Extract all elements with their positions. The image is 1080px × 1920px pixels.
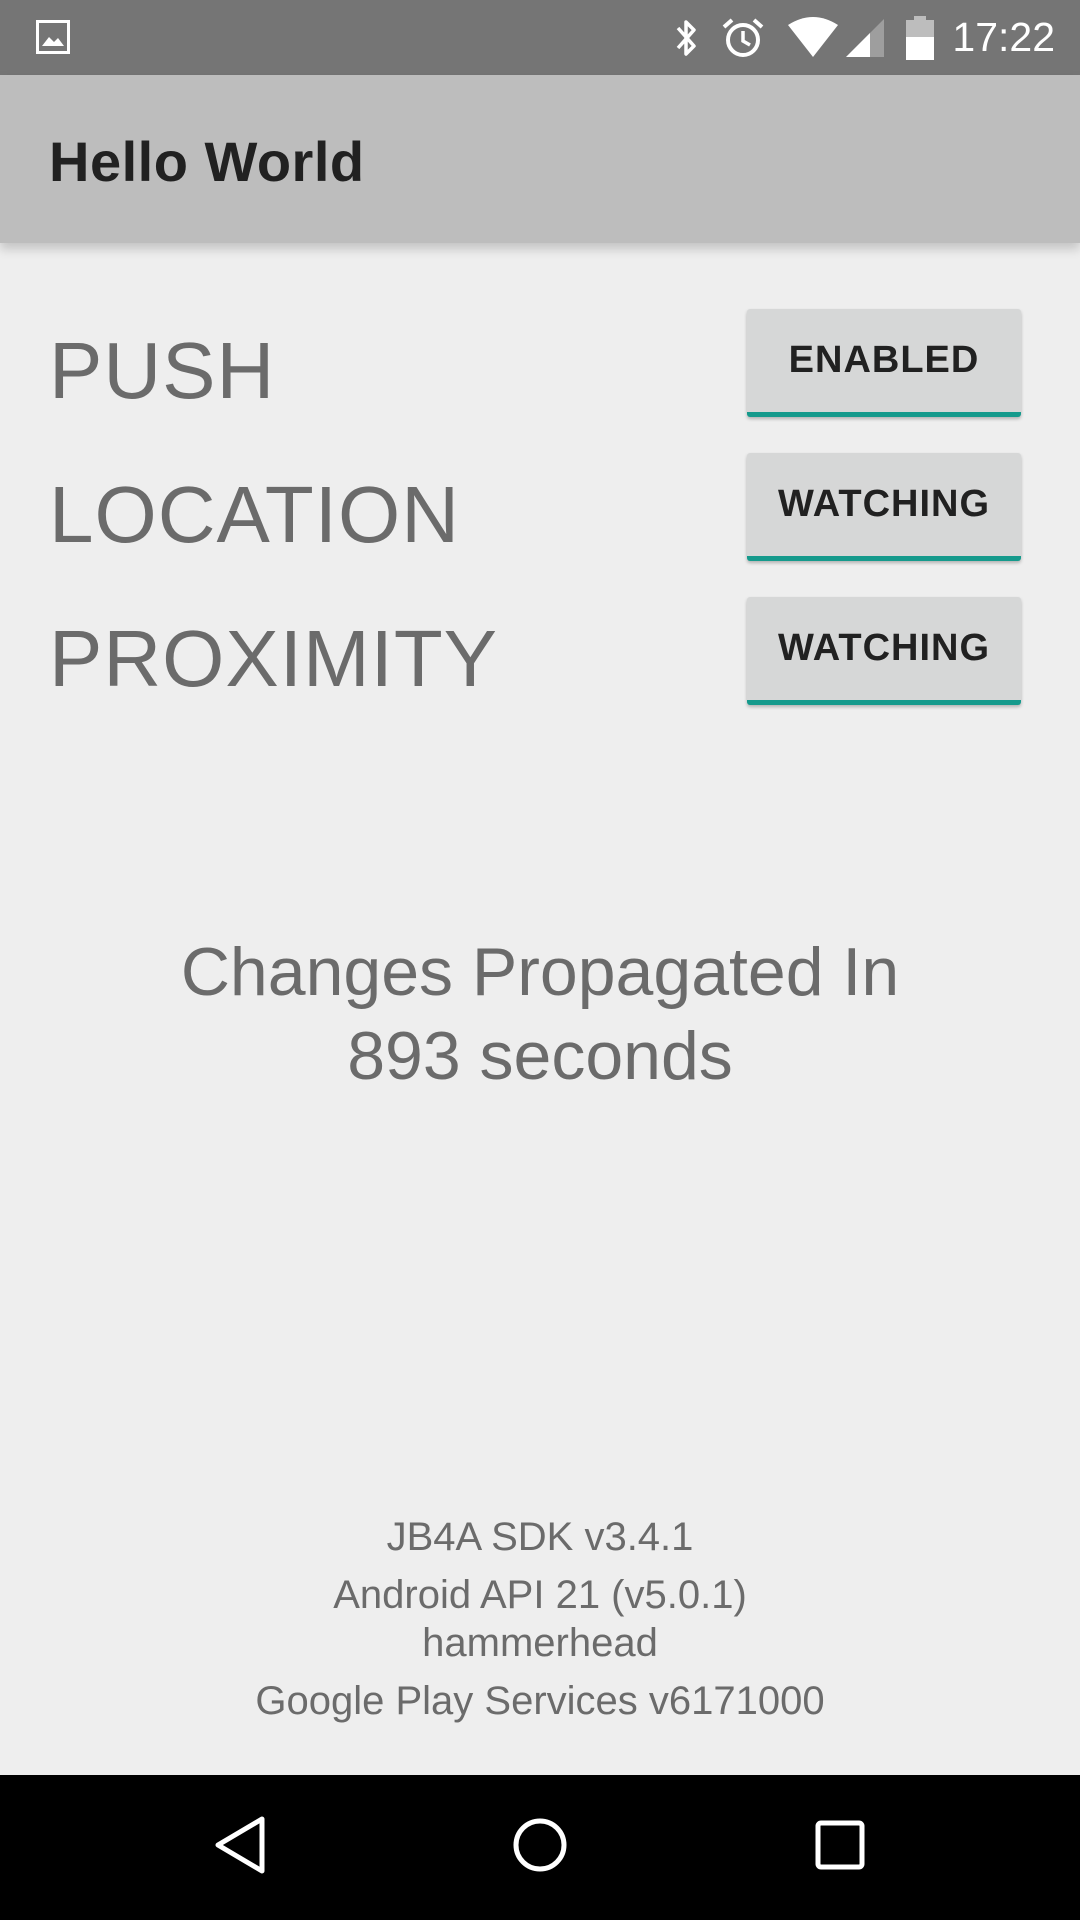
recents-button[interactable] [750,1775,930,1920]
device-name: hammerhead [422,1621,658,1665]
app-title: Hello World [49,130,365,193]
battery-icon [906,15,935,61]
status-bar: 17:22 [0,0,1080,75]
recents-icon [814,1819,866,1876]
wifi-icon [786,16,840,59]
propagation-line-1: Changes Propagated In [180,934,900,1010]
navigation-bar [0,1775,1080,1920]
status-time: 17:22 [952,14,1055,60]
location-label: LOCATION [49,470,461,559]
app-bar: Hello World [0,75,1080,243]
location-row: LOCATION WATCHING [0,449,1080,569]
sdk-version: JB4A SDK v3.4.1 [386,1515,694,1559]
push-row: PUSH ENABLED [0,305,1080,425]
cell-signal-icon [844,17,886,59]
android-version: Android API 21 (v5.0.1) [333,1573,747,1617]
android-screen: 17:22 Hello World PUSH ENABLED LOCATION … [0,0,1080,1920]
propagation-message: Changes Propagated In 893 seconds [0,930,1080,1098]
proximity-toggle-button[interactable]: WATCHING [747,597,1021,705]
alarm-icon [720,15,766,61]
proximity-label: PROXIMITY [49,614,499,703]
proximity-row: PROXIMITY WATCHING [0,593,1080,713]
version-info: JB4A SDK v3.4.1 Android API 21 (v5.0.1) … [0,1510,1080,1728]
back-icon [212,1815,268,1880]
back-button[interactable] [150,1775,330,1920]
push-toggle-button[interactable]: ENABLED [747,309,1021,417]
gallery-notification-icon [36,20,70,54]
play-services-version: Google Play Services v6171000 [255,1679,825,1723]
propagation-line-2: 893 seconds [347,1018,733,1094]
push-label: PUSH [49,326,276,415]
location-toggle-button[interactable]: WATCHING [747,453,1021,561]
bluetooth-icon [674,17,700,59]
home-button[interactable] [450,1775,630,1920]
home-icon [512,1817,568,1878]
